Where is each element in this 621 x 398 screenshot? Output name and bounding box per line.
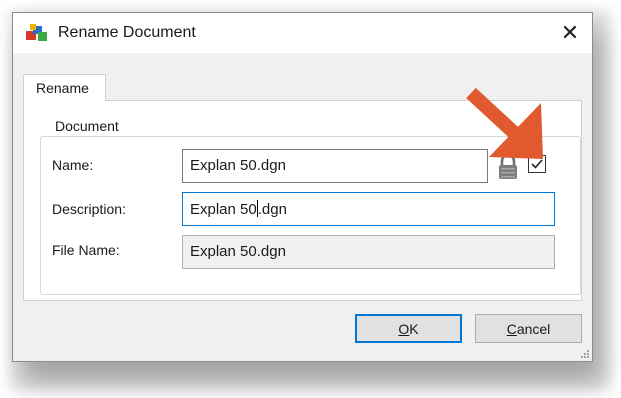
cancel-button[interactable]: Cancel: [475, 314, 582, 343]
ok-mnemonic: O: [398, 320, 410, 337]
description-label: Description:: [52, 201, 126, 217]
file-name-label: File Name:: [52, 242, 120, 258]
description-field[interactable]: Explan 50.dgn: [182, 192, 555, 226]
close-button[interactable]: ✕: [548, 13, 592, 53]
description-text-after-caret: .dgn: [257, 201, 287, 218]
rename-document-dialog: Rename Document ✕ Rename Document Name: …: [12, 12, 593, 362]
app-icon: [26, 24, 47, 41]
window-title: Rename Document: [58, 24, 196, 41]
ok-button[interactable]: OK: [355, 314, 462, 343]
arrow-down-right-icon: [466, 87, 543, 159]
title-bar[interactable]: Rename Document ✕: [13, 13, 592, 53]
name-field[interactable]: Explan 50.dgn: [182, 149, 488, 183]
resize-grip-icon[interactable]: [579, 348, 589, 358]
name-label: Name:: [52, 157, 94, 173]
cancel-label: ancel: [516, 320, 551, 337]
cancel-mnemonic: C: [506, 320, 517, 337]
file-name-field: Explan 50.dgn: [182, 235, 555, 269]
tab-rename[interactable]: Rename: [23, 74, 106, 101]
description-text-before-caret: Explan 50: [190, 201, 257, 218]
document-group-legend: Document: [50, 118, 124, 134]
ok-label: K: [409, 320, 419, 337]
close-icon: ✕: [560, 20, 580, 46]
